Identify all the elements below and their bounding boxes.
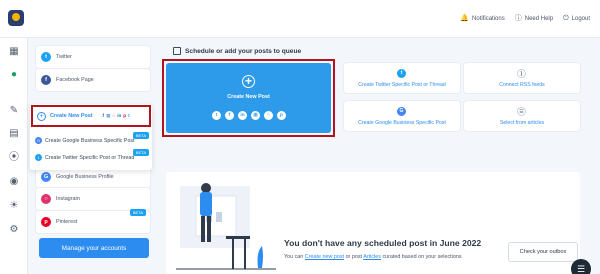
instagram-icon: ○ — [41, 194, 51, 204]
linkedin-icon: in — [117, 113, 122, 118]
google-business-icon: ▦ — [251, 111, 260, 120]
account-instagram[interactable]: ○ Instagram — [36, 188, 150, 210]
no-scheduled-posts-title: You don't have any scheduled post in Jun… — [284, 238, 482, 248]
subtitle-mid: or post — [345, 254, 363, 260]
check-outbox-button[interactable]: Check your outbox — [508, 242, 578, 262]
twitter-icon: t — [212, 111, 221, 120]
create-new-post-option[interactable]: + Create New Post f ▦ ○ in p t — [31, 105, 151, 127]
instagram-icon: ○ — [112, 113, 116, 118]
help-label: Need Help — [524, 15, 554, 22]
connect-rss-card[interactable]: ) Connect RSS feeds — [464, 63, 580, 93]
google-business-icon: G — [397, 107, 406, 116]
pinterest-icon: p — [123, 113, 127, 118]
circle-target-icon[interactable]: ◉ — [8, 176, 20, 188]
bell-icon: 🔔 — [460, 15, 470, 22]
network-icons: f ▦ ○ in p t — [103, 113, 130, 119]
power-icon: ⏻ — [563, 15, 569, 22]
create-new-post-link[interactable]: Create new post — [305, 254, 344, 260]
facebook-icon: f — [225, 111, 234, 120]
account-label: Pinterest — [56, 219, 78, 225]
card-label: Connect RSS feeds — [499, 82, 545, 88]
create-new-post-card[interactable]: + Create New Post t f in ▦ ○ p — [166, 63, 331, 133]
account-facebook[interactable]: f Facebook Page — [36, 69, 150, 91]
network-icons: t f in ▦ ○ p — [212, 111, 286, 120]
account-label: Facebook Page — [56, 77, 94, 83]
create-google-business-post-card[interactable]: G Create Google Business Specific Post — [344, 101, 460, 131]
no-scheduled-posts-subtitle: You can Create new post or post Articles… — [284, 254, 462, 260]
notifications-label: Notifications — [472, 15, 505, 22]
option-label: Create Google Business Specific Post — [45, 137, 135, 144]
option-label: Create Twitter Specific Post or Thread — [45, 154, 135, 161]
pinterest-icon: p — [277, 111, 286, 120]
logout-label: Logout — [571, 15, 590, 22]
hamburger-icon: ☰ — [576, 264, 586, 274]
subtitle-suffix: curated based on your selections — [382, 254, 462, 260]
linkedin-icon: in — [238, 111, 247, 120]
dollar-icon[interactable]: ● — [8, 69, 20, 81]
create-new-post-label: Create New Post — [50, 113, 93, 119]
help-link[interactable]: ⓘ Need Help — [515, 15, 553, 22]
rss-icon[interactable]: ⦿ — [8, 152, 20, 164]
plus-circle-icon: + — [37, 111, 46, 121]
twitter-icon: t — [35, 154, 42, 161]
account-pinterest[interactable]: p Pinterest BETA — [36, 209, 150, 233]
question-circle-icon: ⓘ — [514, 15, 522, 22]
create-post-popup: + Create New Post f ▦ ○ in p t G Create … — [30, 104, 152, 170]
card-label: Create Google Business Specific Post — [358, 120, 446, 126]
create-twitter-post-card[interactable]: t Create Twitter Specific Post or Thread — [344, 63, 460, 93]
articles-icon: ☰ — [517, 107, 526, 116]
subtitle-prefix: You can — [284, 254, 304, 260]
select-articles-card[interactable]: ☰ Select from articles — [464, 101, 580, 131]
beta-badge: BETA — [132, 132, 149, 139]
dashboard-icon[interactable]: ▦ — [8, 46, 20, 58]
logout-link[interactable]: ⏻ Logout — [563, 15, 590, 22]
account-twitter[interactable]: t Twitter — [36, 46, 150, 68]
card-label: Select from articles — [499, 120, 545, 126]
manage-accounts-button[interactable]: Manage your accounts — [39, 238, 149, 258]
rss-icon: ) — [517, 69, 526, 78]
facebook-icon: f — [41, 75, 51, 85]
twitter-icon: t — [41, 52, 51, 62]
google-business-icon: ▦ — [106, 113, 111, 118]
articles-link[interactable]: Articles — [363, 254, 381, 260]
edit-icon[interactable]: ✎ — [8, 105, 20, 117]
create-new-post-label: Create New Post — [227, 94, 270, 100]
empty-schedule-illustration — [176, 183, 276, 270]
settings-icon[interactable]: ⚙ — [8, 224, 20, 236]
twitter-icon: t — [397, 69, 406, 78]
notifications-link[interactable]: 🔔 Notifications — [460, 15, 504, 22]
google-business-icon: G — [35, 137, 42, 144]
instagram-icon: ○ — [264, 111, 273, 120]
create-google-business-post-option[interactable]: G Create Google Business Specific Post — [35, 137, 135, 144]
menu-fab-button[interactable]: ☰ — [571, 259, 591, 274]
account-label: Instagram — [56, 196, 80, 202]
calendar-icon — [173, 47, 181, 55]
app-logo[interactable] — [8, 10, 24, 26]
top-bar: 🔔 Notifications ⓘ Need Help ⏻ Logout — [0, 0, 600, 38]
account-label: Twitter — [56, 54, 72, 60]
pinterest-icon: p — [41, 217, 51, 227]
top-links: 🔔 Notifications ⓘ Need Help ⏻ Logout — [460, 15, 590, 22]
beta-badge: BETA — [129, 209, 146, 216]
section-title-text: Schedule or add your posts to queue — [185, 47, 302, 55]
icon-rail: ▦ ● ✎ ▤ ⦿ ◉ ☀ ⚙ — [0, 38, 28, 274]
bulb-icon[interactable]: ☀ — [8, 200, 20, 212]
section-title: Schedule or add your posts to queue — [173, 47, 301, 55]
facebook-icon: f — [102, 113, 105, 118]
google-business-icon: G — [41, 172, 51, 182]
scheduled-posts-card: You don't have any scheduled post in Jun… — [166, 172, 580, 274]
card-label: Create Twitter Specific Post or Thread — [358, 82, 446, 88]
document-icon[interactable]: ▤ — [8, 128, 20, 140]
create-twitter-post-option[interactable]: t Create Twitter Specific Post or Thread — [35, 154, 134, 161]
beta-badge: BETA — [132, 149, 149, 156]
plus-circle-icon: + — [242, 75, 255, 88]
account-label: Google Business Profile — [56, 174, 114, 180]
twitter-icon: t — [128, 113, 130, 118]
